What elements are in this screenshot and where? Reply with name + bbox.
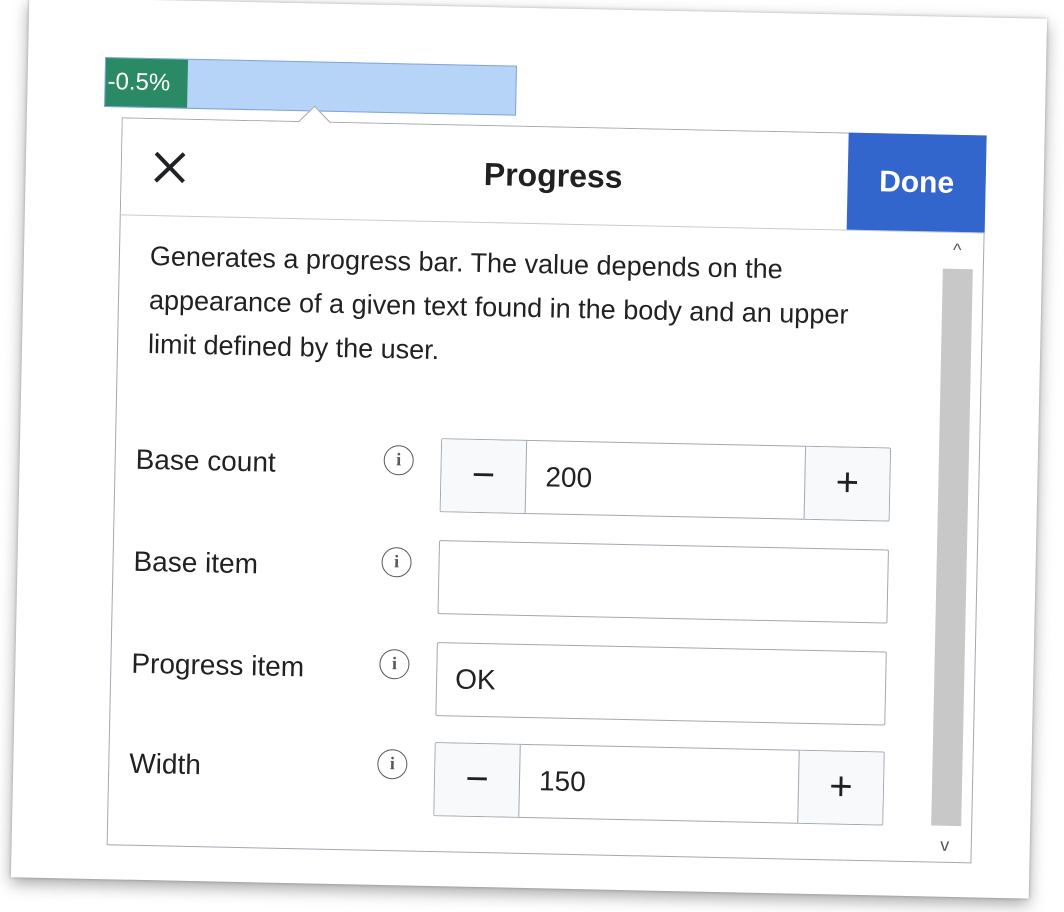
base-item-row: Base item i (112, 533, 976, 631)
width-row: Width i − 150 + (108, 735, 972, 833)
progress-dialog: Progress Done Generates a progress bar. … (106, 105, 987, 864)
base-count-label: Base count (135, 443, 277, 478)
done-button[interactable]: Done (846, 132, 987, 233)
progress-item-input[interactable]: OK (435, 642, 887, 726)
dialog-body: Generates a progress bar. The value depe… (108, 215, 984, 862)
base-count-increment-button[interactable]: + (803, 446, 891, 521)
screenshot-page: -0.5% Progress Done Generates a progress… (10, 0, 1048, 899)
progress-bar[interactable]: -0.5% (104, 57, 518, 116)
base-count-row: Base count i − 200 + (115, 431, 979, 529)
base-count-input[interactable]: 200 (545, 461, 592, 494)
chevron-down-icon[interactable]: v (926, 827, 963, 862)
base-item-label: Base item (133, 545, 259, 580)
width-label: Width (128, 747, 202, 781)
progress-item-label: Progress item (131, 647, 305, 683)
scrollbar-thumb[interactable] (931, 268, 973, 827)
width-stepper: − 150 + (433, 742, 885, 826)
width-input[interactable]: 150 (539, 765, 586, 798)
info-icon[interactable]: i (377, 748, 408, 780)
base-item-input[interactable] (437, 540, 889, 624)
info-icon[interactable]: i (381, 546, 412, 578)
template-description: Generates a progress bar. The value depe… (147, 241, 849, 366)
width-decrement-button[interactable]: − (434, 743, 521, 817)
progress-item-value: OK (454, 663, 496, 696)
info-icon[interactable]: i (379, 648, 410, 680)
info-icon[interactable]: i (383, 444, 415, 476)
progress-value: -0.5% (107, 68, 171, 97)
width-increment-button[interactable]: + (797, 750, 884, 825)
progress-item-row: Progress item i OK (110, 635, 974, 733)
base-count-stepper: − 200 + (439, 438, 892, 522)
base-count-decrement-button[interactable]: − (440, 439, 528, 513)
dialog-header: Progress Done (120, 118, 987, 234)
chevron-up-icon[interactable]: ^ (939, 233, 976, 268)
